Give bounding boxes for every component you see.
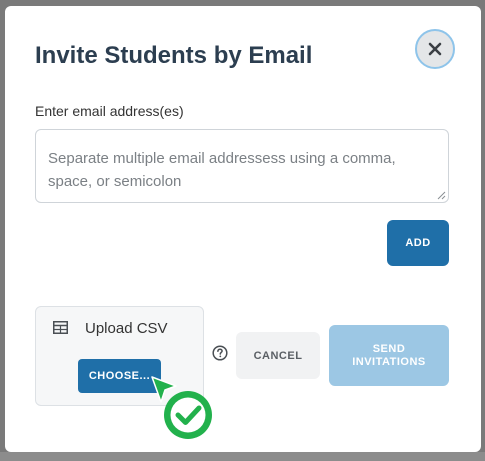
page-backdrop-strip <box>0 452 485 461</box>
send-invitations-label-line1: SEND <box>372 342 406 355</box>
check-circle-cursor-icon <box>151 376 212 439</box>
email-field[interactable] <box>36 130 448 202</box>
email-field-label: Enter email address(es) <box>35 103 184 119</box>
close-button[interactable] <box>415 29 455 69</box>
email-field-container <box>35 129 449 203</box>
send-invitations-label-line2: INVITATIONS <box>352 355 426 368</box>
upload-csv-label: Upload CSV <box>85 320 168 337</box>
table-icon <box>53 321 68 334</box>
invite-students-modal: Invite Students by Email Enter email add… <box>5 6 481 452</box>
modal-title: Invite Students by Email <box>35 42 313 69</box>
resize-grip-icon[interactable] <box>437 191 446 200</box>
question-circle-icon[interactable] <box>212 345 228 361</box>
add-button[interactable]: ADD <box>387 220 449 266</box>
close-icon <box>428 42 442 56</box>
send-invitations-button[interactable]: SEND INVITATIONS <box>329 325 449 386</box>
cancel-button[interactable]: CANCEL <box>236 332 320 379</box>
